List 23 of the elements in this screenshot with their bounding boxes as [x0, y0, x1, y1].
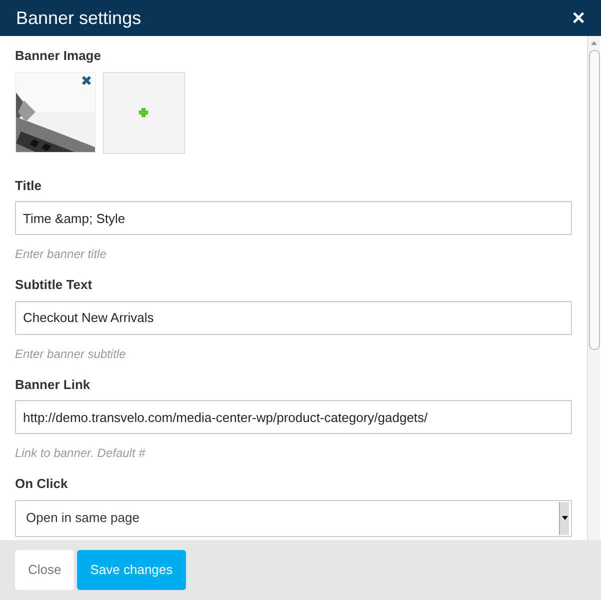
select-value: Open in same page [26, 509, 140, 528]
field-label: On Click [15, 475, 69, 493]
modal-title: Banner settings [16, 6, 142, 30]
help-text: Link to banner. Default # [15, 445, 146, 462]
field-label: Subtitle Text [15, 276, 94, 294]
help-text: Enter banner title [15, 246, 108, 263]
select-field[interactable]: Open in same page [15, 500, 572, 536]
text-field[interactable]: Time &amp; Style [15, 201, 572, 235]
scroll-up-icon[interactable] [590, 40, 598, 46]
add-image-button[interactable] [102, 72, 184, 154]
remove-icon[interactable] [81, 74, 92, 86]
scrollbar-thumb[interactable] [588, 50, 600, 350]
field-label: Banner Link [15, 376, 92, 394]
text-field[interactable]: http://demo.transvelo.com/media-center-wp/product-category/gadgets/ [15, 400, 572, 434]
field-label: Title [15, 176, 42, 194]
close-button[interactable]: × [572, 7, 585, 29]
close-button[interactable]: Close [15, 550, 74, 590]
caret-icon [562, 516, 568, 520]
scrollbar[interactable] [587, 36, 600, 540]
plus-icon [139, 108, 148, 117]
field-label: Banner Image [15, 47, 102, 65]
text-field[interactable]: Checkout New Arrivals [15, 300, 572, 334]
help-text: Enter banner subtitle [15, 346, 127, 362]
